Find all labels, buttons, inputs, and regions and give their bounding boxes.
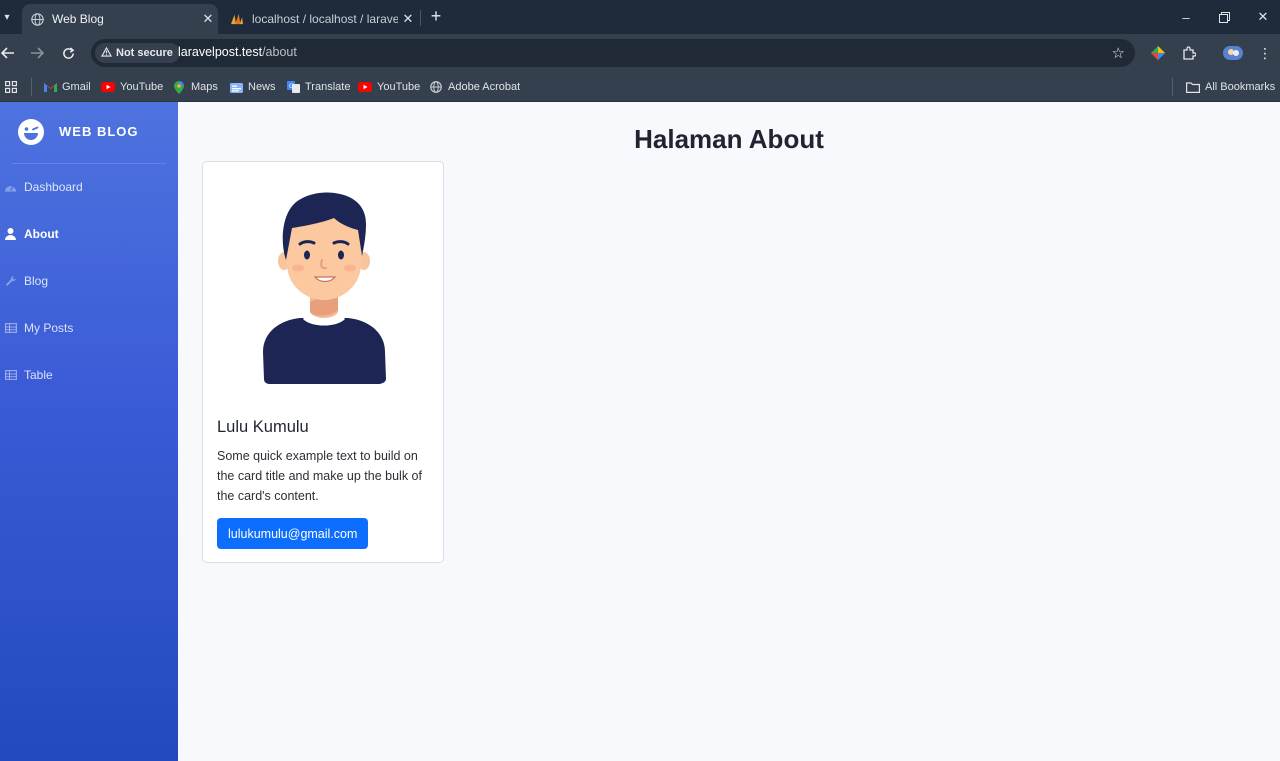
laugh-wink-icon [17, 118, 45, 146]
table-icon [4, 322, 17, 335]
browser-tab-bar: ▾ Web Blog ✕ localhost / localhost / lar… [0, 0, 1280, 34]
tab-separator [420, 10, 421, 26]
gmail-icon [43, 81, 57, 93]
bookmark-translate[interactable]: G Translate [286, 79, 350, 95]
minimize-icon[interactable]: – [1166, 0, 1206, 34]
kebab-menu-icon[interactable]: ⋮ [1255, 43, 1275, 63]
maps-icon [172, 80, 186, 94]
apps-grid-icon[interactable] [5, 79, 17, 95]
url-text: laravelpost.test/about [178, 45, 297, 59]
svg-text:G: G [289, 83, 294, 90]
bookmark-separator [1172, 78, 1173, 96]
tab-title: Web Blog [52, 12, 104, 26]
sidebar-item-table[interactable]: Table [0, 355, 178, 395]
globe-icon [30, 12, 44, 26]
sidebar-brand[interactable]: WEB BLOG [0, 102, 178, 164]
bookmark-maps[interactable]: Maps [172, 79, 218, 95]
card-text: Some quick example text to build on the … [217, 449, 422, 503]
close-tab-icon[interactable]: ✕ [198, 11, 218, 27]
sidebar-item-label: Table [24, 368, 53, 382]
bookmark-label: News [248, 81, 276, 93]
card-title: Lulu Kumulu [217, 418, 309, 436]
bookmark-label: Gmail [62, 81, 91, 93]
security-chip[interactable]: Not secure [95, 43, 180, 63]
close-window-icon[interactable]: ✕ [1243, 0, 1280, 34]
url-host: laravelpost.test [178, 45, 263, 59]
profile-avatar-icon[interactable] [1223, 43, 1243, 63]
sidebar-item-label: About [24, 227, 59, 241]
news-icon [229, 81, 243, 93]
user-icon [4, 228, 17, 241]
profile-card: Lulu Kumulu Some quick example text to b… [202, 161, 444, 563]
email-button[interactable]: lulukumulu@gmail.com [217, 518, 369, 549]
wrench-icon [4, 275, 17, 288]
sidebar-item-label: My Posts [24, 321, 74, 335]
tachometer-icon [4, 181, 17, 194]
browser-tab-phpmyadmin[interactable]: localhost / localhost / laravelpo ✕ [222, 4, 418, 34]
bookmark-label: YouTube [377, 81, 421, 93]
bookmark-adobe-acrobat[interactable]: Adobe Acrobat [429, 79, 520, 95]
browser-tab-web-blog[interactable]: Web Blog ✕ [22, 4, 218, 34]
sidebar-item-my-posts[interactable]: My Posts [0, 308, 178, 348]
extensions-puzzle-icon[interactable] [1179, 43, 1199, 63]
bookmark-news[interactable]: News [229, 79, 276, 95]
main-content: Halaman About Lulu Kumulu Some quick exa… [178, 102, 1280, 761]
sidebar-item-label: Blog [24, 274, 49, 288]
browser-toolbar: Not secure laravelpost.test/about ☆ ⋮ [0, 34, 1280, 72]
forward-icon[interactable] [26, 42, 48, 64]
table-icon [4, 369, 17, 382]
brand-text: WEB BLOG [59, 124, 139, 139]
avatar [254, 184, 394, 384]
url-path: /about [262, 45, 297, 59]
phpmyadmin-icon [230, 12, 244, 26]
bookmark-youtube[interactable]: YouTube [101, 79, 163, 95]
restore-icon[interactable] [1204, 0, 1244, 34]
bookmark-gmail[interactable]: Gmail [43, 79, 91, 95]
page-title: Halaman About [634, 124, 824, 154]
all-bookmarks[interactable]: All Bookmarks [1186, 79, 1275, 95]
sidebar: WEB BLOG Dashboard About Blog My Posts T… [0, 102, 178, 761]
sidebar-item-blog[interactable]: Blog [0, 261, 178, 301]
bookmark-label: YouTube [120, 81, 164, 93]
tab-search-chevron-icon[interactable]: ▾ [0, 6, 14, 28]
bookmark-star-icon[interactable]: ☆ [1112, 44, 1125, 62]
extension-diamond-icon[interactable] [1148, 43, 1168, 63]
address-bar[interactable]: Not secure laravelpost.test/about ☆ [91, 39, 1135, 67]
security-label: Not secure [116, 47, 173, 59]
reload-icon[interactable] [57, 42, 79, 64]
globe-icon [429, 81, 443, 93]
sidebar-item-dashboard[interactable]: Dashboard [0, 167, 178, 207]
bookmark-label: All Bookmarks [1205, 81, 1276, 93]
back-icon[interactable] [0, 42, 19, 64]
tab-title: localhost / localhost / laravelpo [252, 12, 398, 26]
translate-icon: G [286, 81, 300, 93]
sidebar-item-about[interactable]: About [0, 214, 178, 254]
youtube-icon [101, 81, 115, 93]
folder-icon [1186, 81, 1200, 93]
bookmark-label: Translate [305, 81, 351, 93]
bookmark-label: Maps [191, 81, 218, 93]
sidebar-divider [12, 163, 166, 164]
youtube-icon [358, 81, 372, 93]
bookmarks-bar: Gmail YouTube Maps News G Translate YouT… [0, 72, 1280, 102]
bookmark-youtube-2[interactable]: YouTube [358, 79, 420, 95]
new-tab-icon[interactable]: + [426, 7, 446, 27]
sidebar-item-label: Dashboard [24, 180, 83, 194]
bookmark-label: Adobe Acrobat [448, 81, 521, 93]
warning-icon [101, 46, 112, 60]
close-tab-icon[interactable]: ✕ [398, 11, 418, 27]
bookmark-separator [31, 78, 32, 96]
